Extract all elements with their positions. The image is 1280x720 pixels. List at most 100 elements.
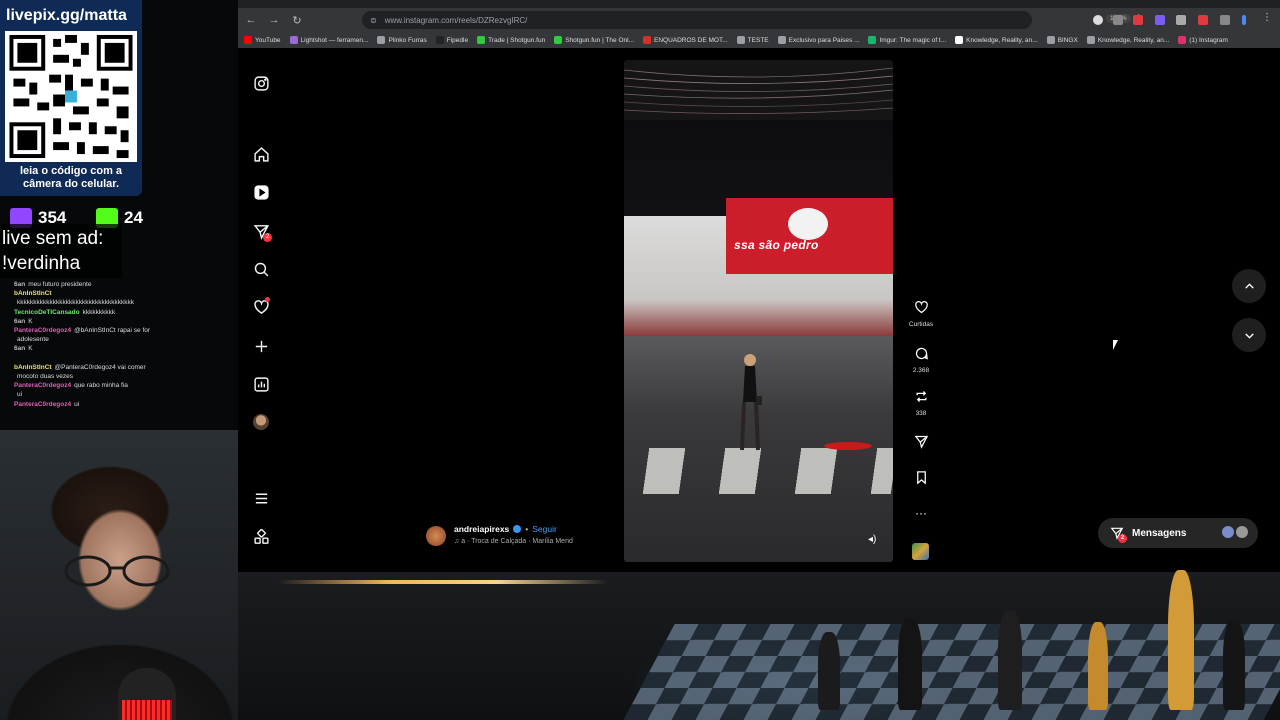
chat-message: TecnicoDeTICansado kkkkkkkkkk [2, 308, 238, 317]
nav-direct[interactable]: 2 [250, 220, 272, 242]
nav-home[interactable] [250, 143, 272, 165]
chat-text: @bAnInStInCt rapai se for [74, 327, 151, 335]
bookmark-item[interactable]: BINGX [1046, 36, 1078, 44]
address-bar[interactable]: ⊜ www.instagram.com/reels/DZRezvgIRC/ 12… [362, 11, 1143, 29]
menu-dots-icon[interactable]: ⋮ [1262, 12, 1272, 23]
bookmark-item[interactable]: TESTE [736, 36, 769, 44]
forward-button[interactable]: → [264, 10, 284, 30]
nav-create[interactable] [250, 335, 272, 357]
share-button[interactable] [908, 434, 934, 454]
like-button[interactable]: Curtidas [908, 300, 934, 328]
bookmark-item[interactable]: ENQUADROS DE MOT... [642, 36, 728, 44]
bookmark-favicon-icon [477, 36, 486, 44]
chess-piece [998, 610, 1022, 710]
more-dots-icon: ··· [915, 506, 927, 520]
volume-icon[interactable]: ◂) [868, 534, 882, 548]
reel-audio[interactable]: ♫ a · Troca de Calçada · Marília Mend [454, 538, 573, 545]
bookmark-item[interactable]: Knowledge, Reality, an... [1086, 36, 1169, 44]
extension-icon-7[interactable] [1220, 15, 1230, 25]
promo-line-1: live sem ad: [2, 228, 104, 249]
nav-dashboard[interactable] [250, 373, 272, 395]
address-toolbar: ← → ↻ ⊜ www.instagram.com/reels/DZRezvgI… [238, 8, 1280, 32]
bookmark-favicon-icon [435, 36, 444, 44]
nav-reels[interactable] [250, 181, 272, 203]
author-username[interactable]: andreiapirexs [454, 524, 509, 534]
reposts-count: 338 [915, 410, 927, 417]
chat-message: ui [2, 390, 238, 399]
bookmark-item[interactable]: Plinko Furras [377, 36, 427, 44]
reload-button[interactable]: ↻ [287, 10, 307, 30]
chat-text: kkkkkkkkkkkkkkkkkkkkkkkkkkkkkkkkkkkk [17, 299, 134, 307]
nav-meta-apps[interactable] [250, 526, 272, 548]
bookmark-item[interactable]: Knowledge, Reality, an... [955, 36, 1038, 44]
extension-icon-4[interactable] [1155, 15, 1165, 25]
comments-count: 2.368 [912, 367, 930, 374]
follow-button[interactable]: Seguir [532, 524, 557, 534]
microphone-light [122, 700, 172, 720]
stream-overlay: livepix.gg/matta leia o código com a câm… [0, 0, 290, 720]
chat-message: PanteraC0rdegoz4 ui [2, 400, 238, 409]
nav-profile[interactable] [250, 411, 272, 433]
bookmark-item[interactable]: Trade | Shotgun.fun [477, 36, 545, 44]
bookmark-item[interactable]: Lightshot — ferramen... [289, 36, 368, 44]
mouse-cursor [1113, 340, 1118, 350]
bookmark-item[interactable]: YouTube [244, 36, 281, 44]
chat-text: @PanteraC0rdegoz4 vai comer [54, 363, 146, 371]
notification-dot [265, 297, 270, 302]
comment-icon [915, 347, 928, 360]
nav-notifications[interactable] [250, 296, 272, 318]
comment-button[interactable]: 2.368 [908, 346, 934, 374]
back-button[interactable]: ← [241, 10, 261, 30]
repost-icon [916, 391, 926, 402]
bookmark-favicon-icon [554, 36, 563, 44]
chat-text: adolesente [17, 336, 49, 344]
repost-button[interactable]: 338 [908, 389, 934, 417]
bookmark-item[interactable]: Shotgun.fun | The Onl... [554, 36, 634, 44]
bookmark-item[interactable]: (1) Instagram [1178, 36, 1228, 44]
chat-message: bAnInStInCt @PanteraC0rdegoz4 vai comer [2, 363, 238, 372]
audio-thumbnail[interactable] [912, 543, 929, 560]
video-person [740, 354, 762, 451]
extension-icon-1[interactable] [1093, 15, 1103, 25]
video-red-marking [824, 442, 872, 450]
bookmark-label: YouTube [255, 36, 281, 44]
site-info-icon[interactable]: ⊜ [370, 16, 377, 25]
extension-icon-6[interactable] [1198, 15, 1208, 25]
qr-card: livepix.gg/matta leia o código com a câm… [0, 0, 142, 196]
instagram-logo[interactable] [250, 72, 272, 94]
neon-light-strip [278, 580, 608, 584]
extension-icon-3[interactable] [1133, 15, 1143, 25]
next-reel-button[interactable] [1232, 318, 1266, 352]
bookmark-favicon-icon [642, 36, 651, 44]
reel-video[interactable]: ssa são pedro ◂) [624, 60, 893, 562]
chat-message: kkkkkkkkkkkkkkkkkkkkkkkkkkkkkkkkkkkk [2, 298, 238, 307]
qr-caption: leia o código com a câmera do celular. [19, 165, 123, 190]
more-options-button[interactable]: ··· [908, 506, 934, 520]
bookmark-item[interactable]: Exclusivo para Paises ... [777, 36, 860, 44]
plus-icon [255, 340, 267, 352]
bookmark-item[interactable]: Imgur: The magic of t... [868, 36, 946, 44]
bookmark-label: Imgur: The magic of t... [879, 36, 947, 44]
previous-reel-button[interactable] [1232, 269, 1266, 303]
profile-icon[interactable] [1242, 15, 1246, 25]
verified-badge-icon [513, 525, 522, 533]
bookmark-label: Exclusivo para Paises ... [788, 36, 860, 44]
chess-piece [1168, 570, 1194, 710]
author-avatar[interactable] [426, 526, 446, 546]
bookmark-label: ENQUADROS DE MOT... [653, 36, 728, 44]
nav-more[interactable] [250, 487, 272, 509]
chess-piece [1088, 622, 1108, 710]
extension-icon-2[interactable] [1113, 15, 1123, 25]
audio-title: a · Troca de Calçada · Marília Mend [461, 538, 573, 545]
chevron-down-icon [1244, 332, 1254, 339]
messages-button[interactable]: 2 Mensagens [1098, 518, 1258, 548]
tab-strip [238, 0, 1280, 8]
save-button[interactable] [908, 470, 934, 490]
chat-message [2, 354, 238, 363]
bookmark-item[interactable]: Fipedle [435, 36, 468, 44]
chat-message: PanteraC0rdegoz4 que rabo minha fia [2, 381, 238, 390]
nav-search[interactable] [250, 258, 272, 280]
extension-icon-5[interactable] [1176, 15, 1186, 25]
chat-message: 6an K [2, 344, 238, 353]
chat-text: mocoto duas vezes [17, 373, 74, 381]
